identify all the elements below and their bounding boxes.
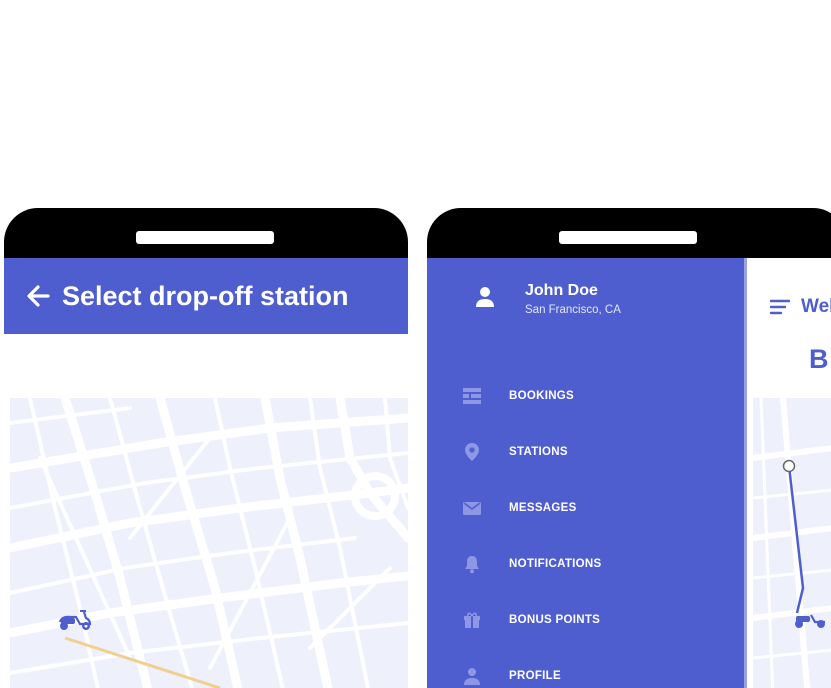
menu-item-notifications[interactable]: NOTIFICATIONS — [427, 544, 744, 584]
menu-item-label: NOTIFICATIONS — [509, 558, 602, 570]
menu-item-stations[interactable]: STATIONS — [427, 432, 744, 472]
city-map[interactable] — [753, 398, 831, 688]
menu-item-profile[interactable]: PROFILE — [427, 656, 744, 688]
bell-icon — [465, 556, 479, 574]
menu-screen: Wel B — [427, 258, 831, 688]
speaker-slot — [559, 231, 697, 244]
menu-item-label: MESSAGES — [509, 502, 577, 514]
welcome-title: Wel — [801, 296, 831, 317]
page-title: Select drop-off station — [62, 280, 349, 311]
phone-frame-left: Select drop-off station — [4, 208, 408, 688]
drop-off-screen: Select drop-off station — [4, 258, 408, 688]
menu-item-label: BONUS POINTS — [509, 614, 601, 626]
menu-item-bonus-points[interactable]: BONUS POINTS — [427, 600, 744, 640]
user-location: San Francisco, CA — [525, 304, 621, 316]
home-screen-behind: Wel B — [747, 258, 831, 688]
gift-icon — [464, 612, 480, 628]
section-heading: B — [809, 344, 829, 374]
navigation-drawer: John Doe San Francisco, CA BOOKINGS STAT… — [427, 258, 744, 688]
city-map[interactable] — [10, 398, 408, 688]
menu-item-messages[interactable]: MESSAGES — [427, 488, 744, 528]
back-arrow-icon[interactable] — [24, 282, 52, 310]
speaker-slot — [136, 231, 274, 244]
user-name: John Doe — [525, 282, 598, 299]
phone-frame-right: Wel B — [427, 208, 831, 688]
app-bar: Select drop-off station — [4, 258, 408, 334]
menu-item-label: STATIONS — [509, 446, 568, 458]
drawer-edge — [744, 258, 747, 688]
bookings-icon — [463, 388, 481, 404]
envelope-icon — [463, 502, 481, 515]
profile-icon — [464, 668, 480, 685]
user-icon — [476, 287, 494, 307]
menu-item-bookings[interactable]: BOOKINGS — [427, 376, 744, 416]
hamburger-menu-icon[interactable] — [769, 298, 791, 316]
location-pin-icon — [465, 443, 479, 461]
menu-item-label: BOOKINGS — [509, 390, 575, 402]
